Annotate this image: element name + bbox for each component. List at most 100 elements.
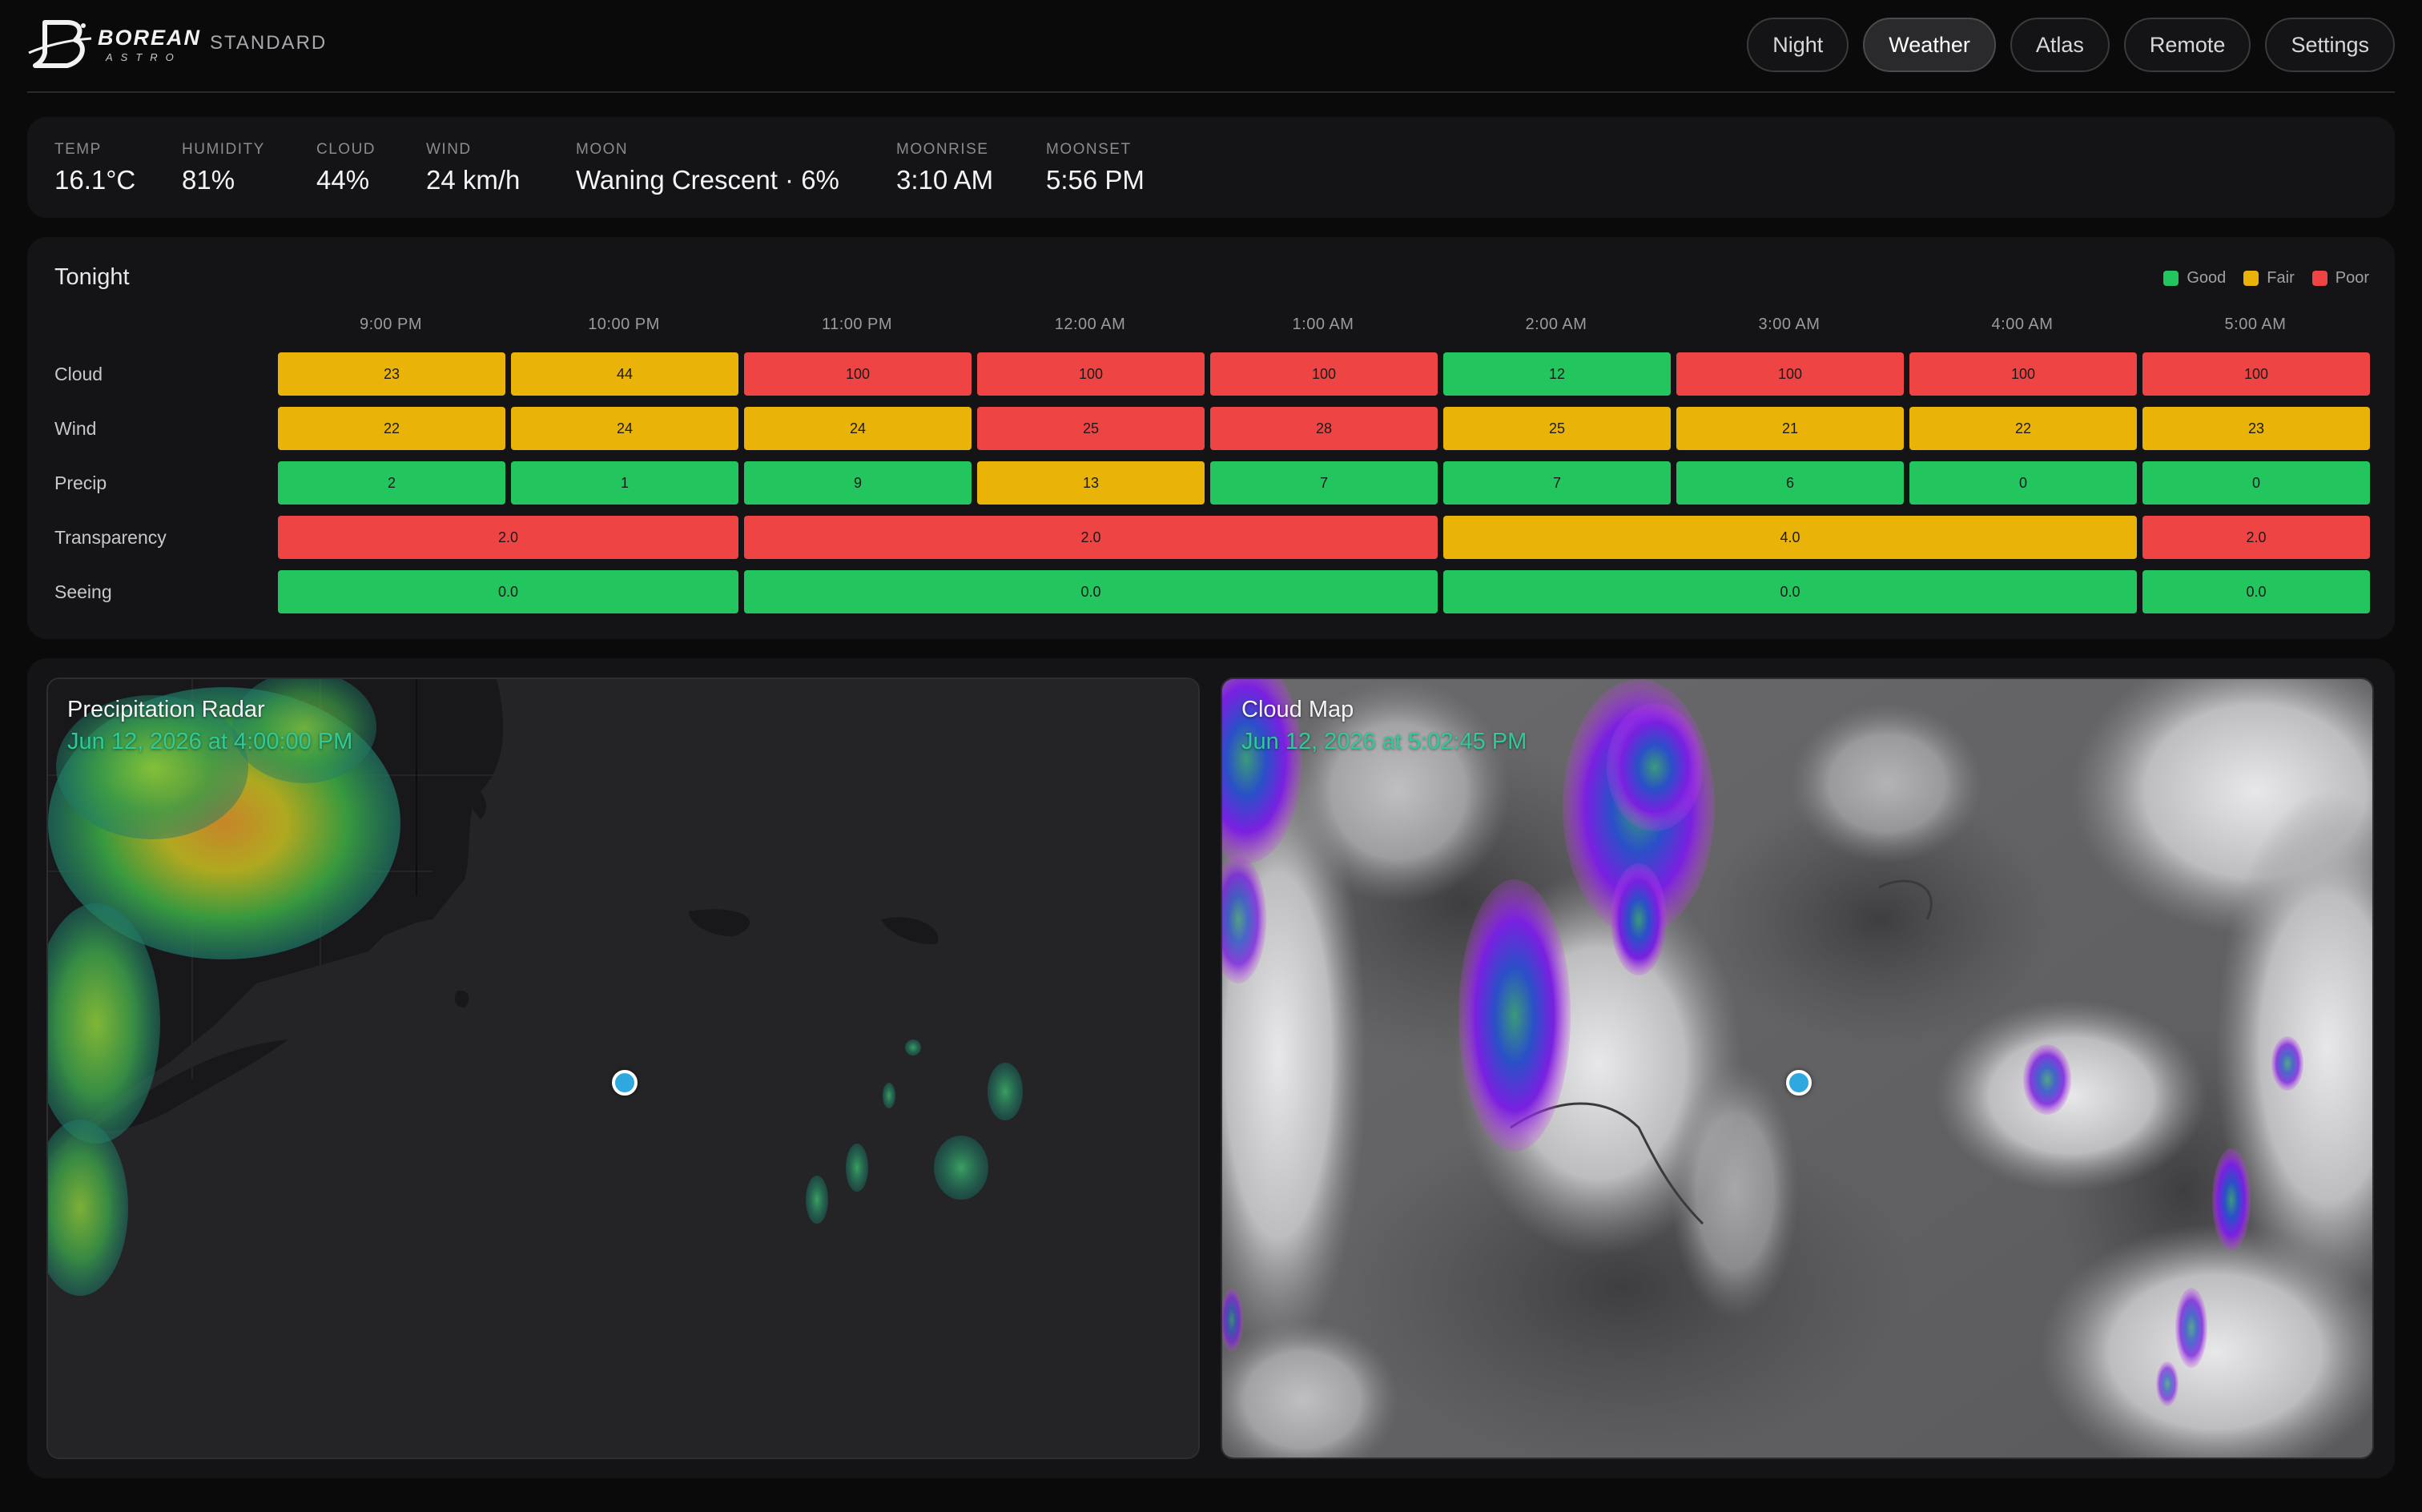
hour-label: 2:00 AM bbox=[1525, 316, 1587, 333]
forecast-cell[interactable]: 21 bbox=[1676, 407, 1904, 450]
location-dot-icon bbox=[1786, 1070, 1812, 1096]
hour-label: 1:00 AM bbox=[1292, 316, 1354, 333]
nav-night-button[interactable]: Night bbox=[1747, 18, 1849, 72]
header-divider bbox=[27, 91, 2395, 93]
cloud-map-image bbox=[1222, 679, 2372, 1458]
forecast-cell[interactable]: 100 bbox=[977, 352, 1205, 396]
forecast-cell[interactable]: 2.0 bbox=[278, 516, 738, 559]
stat-wind: WIND 24 km/h bbox=[426, 141, 520, 195]
hour-label: 3:00 AM bbox=[1758, 316, 1821, 333]
forecast-cell[interactable]: 24 bbox=[511, 407, 738, 450]
row-label-cloud: Cloud bbox=[54, 364, 103, 384]
row-label-transparency: Transparency bbox=[54, 527, 167, 548]
radar-map-image bbox=[48, 679, 1198, 1458]
tonight-title: Tonight bbox=[54, 264, 130, 290]
forecast-cell[interactable]: 4.0 bbox=[1443, 516, 2137, 559]
legend-label: Fair bbox=[2267, 269, 2295, 287]
forecast-cell[interactable]: 2.0 bbox=[744, 516, 1438, 559]
forecast-cell[interactable]: 22 bbox=[278, 407, 505, 450]
forecast-cell[interactable]: 100 bbox=[1676, 352, 1904, 396]
legend-poor: Poor bbox=[2311, 269, 2369, 288]
cloud-map-timestamp: Jun 12, 2026 at 5:02:45 PM bbox=[1241, 729, 1527, 754]
legend-swatch bbox=[2163, 271, 2179, 286]
forecast-cell[interactable]: 0.0 bbox=[278, 570, 738, 613]
forecast-cell[interactable]: 100 bbox=[744, 352, 972, 396]
precipitation-radar-map[interactable]: Precipitation Radar Jun 12, 2026 at 4:00… bbox=[46, 678, 1200, 1459]
nav-settings-button[interactable]: Settings bbox=[2265, 18, 2395, 72]
stat-label: MOONSET bbox=[1046, 141, 1132, 158]
stat-label: WIND bbox=[426, 141, 472, 158]
radar-timestamp: Jun 12, 2026 at 4:00:00 PM bbox=[67, 729, 353, 754]
nav-atlas-button[interactable]: Atlas bbox=[2010, 18, 2110, 72]
forecast-cell[interactable]: 7 bbox=[1210, 461, 1438, 505]
forecast-cell[interactable]: 0 bbox=[2142, 461, 2370, 505]
stat-temp: TEMP 16.1°C bbox=[54, 141, 135, 195]
brand-name: BOREAN bbox=[98, 26, 202, 50]
forecast-cell[interactable]: 9 bbox=[744, 461, 972, 505]
brand-subtitle: ASTRO bbox=[106, 51, 182, 63]
row-label-seeing: Seeing bbox=[54, 581, 112, 602]
forecast-cell[interactable]: 2.0 bbox=[2142, 516, 2370, 559]
stat-humidity: HUMIDITY 81% bbox=[182, 141, 265, 195]
stat-label: CLOUD bbox=[316, 141, 376, 158]
forecast-cell[interactable]: 2 bbox=[278, 461, 505, 505]
forecast-cell[interactable]: 22 bbox=[1909, 407, 2137, 450]
forecast-cell[interactable]: 0.0 bbox=[1443, 570, 2137, 613]
hour-label: 12:00 AM bbox=[1054, 316, 1126, 333]
legend-label: Good bbox=[2187, 269, 2227, 287]
forecast-cell[interactable]: 28 bbox=[1210, 407, 1438, 450]
legend: Good Fair Poor bbox=[2163, 269, 2369, 288]
forecast-cell[interactable]: 24 bbox=[744, 407, 972, 450]
maps-panel: Precipitation Radar Jun 12, 2026 at 4:00… bbox=[27, 658, 2395, 1478]
cloud-map-title: Cloud Map bbox=[1241, 697, 1354, 722]
mode-label: STANDARD bbox=[210, 32, 328, 54]
nav-weather-button[interactable]: Weather bbox=[1863, 18, 1996, 72]
top-nav: Night Weather Atlas Remote Settings bbox=[1747, 18, 2395, 72]
forecast-cell[interactable]: 0.0 bbox=[2142, 570, 2370, 613]
forecast-cell[interactable]: 0 bbox=[1909, 461, 2137, 505]
stat-label: HUMIDITY bbox=[182, 141, 265, 158]
stat-label: MOONRISE bbox=[896, 141, 989, 158]
stat-moon: MOON Waning Crescent · 6% bbox=[576, 141, 839, 195]
forecast-cell[interactable]: 100 bbox=[1909, 352, 2137, 396]
legend-swatch bbox=[2243, 271, 2259, 286]
hour-label: 9:00 PM bbox=[360, 316, 422, 333]
stat-cloud: CLOUD 44% bbox=[316, 141, 376, 195]
forecast-cell[interactable]: 100 bbox=[2142, 352, 2370, 396]
stat-value: Waning Crescent · 6% bbox=[576, 165, 839, 195]
current-conditions: TEMP 16.1°C HUMIDITY 81% CLOUD 44% WIND … bbox=[27, 117, 2395, 218]
legend-label: Poor bbox=[2335, 269, 2369, 287]
stat-value: 24 km/h bbox=[426, 165, 521, 195]
app-logo[interactable]: BOREAN ASTRO bbox=[27, 16, 201, 74]
stat-value: 3:10 AM bbox=[896, 165, 994, 195]
forecast-cell[interactable]: 7 bbox=[1443, 461, 1671, 505]
forecast-cell[interactable]: 25 bbox=[977, 407, 1205, 450]
legend-swatch bbox=[2311, 271, 2327, 286]
stat-value: 16.1°C bbox=[54, 165, 136, 195]
tonight-panel: Tonight Good Fair Poor 9:00 PM 10:00 PM 11… bbox=[27, 237, 2395, 639]
location-dot-icon bbox=[612, 1070, 638, 1096]
forecast-cell[interactable]: 44 bbox=[511, 352, 738, 396]
stat-value: 81% bbox=[182, 165, 235, 195]
forecast-cell[interactable]: 25 bbox=[1443, 407, 1671, 450]
forecast-cell[interactable]: 0.0 bbox=[744, 570, 1438, 613]
forecast-cell[interactable]: 23 bbox=[278, 352, 505, 396]
forecast-cell[interactable]: 6 bbox=[1676, 461, 1904, 505]
nav-remote-button[interactable]: Remote bbox=[2123, 18, 2251, 72]
stat-moonrise: MOONRISE 3:10 AM bbox=[896, 141, 993, 195]
stat-label: TEMP bbox=[54, 141, 102, 158]
forecast-cell[interactable]: 13 bbox=[977, 461, 1205, 505]
borean-logo-icon bbox=[28, 20, 92, 68]
legend-fair: Fair bbox=[2243, 269, 2295, 288]
forecast-cell[interactable]: 1 bbox=[511, 461, 738, 505]
forecast-cell[interactable]: 100 bbox=[1210, 352, 1438, 396]
forecast-cell[interactable]: 12 bbox=[1443, 352, 1671, 396]
row-label-precip: Precip bbox=[54, 472, 107, 493]
legend-good: Good bbox=[2163, 269, 2226, 288]
stat-value: 5:56 PM bbox=[1046, 165, 1145, 195]
row-label-wind: Wind bbox=[54, 418, 97, 439]
hour-label: 11:00 PM bbox=[821, 316, 893, 333]
forecast-cell[interactable]: 23 bbox=[2142, 407, 2370, 450]
cloud-map[interactable]: Cloud Map Jun 12, 2026 at 5:02:45 PM bbox=[1221, 678, 2374, 1459]
hour-label: 10:00 PM bbox=[588, 316, 660, 333]
